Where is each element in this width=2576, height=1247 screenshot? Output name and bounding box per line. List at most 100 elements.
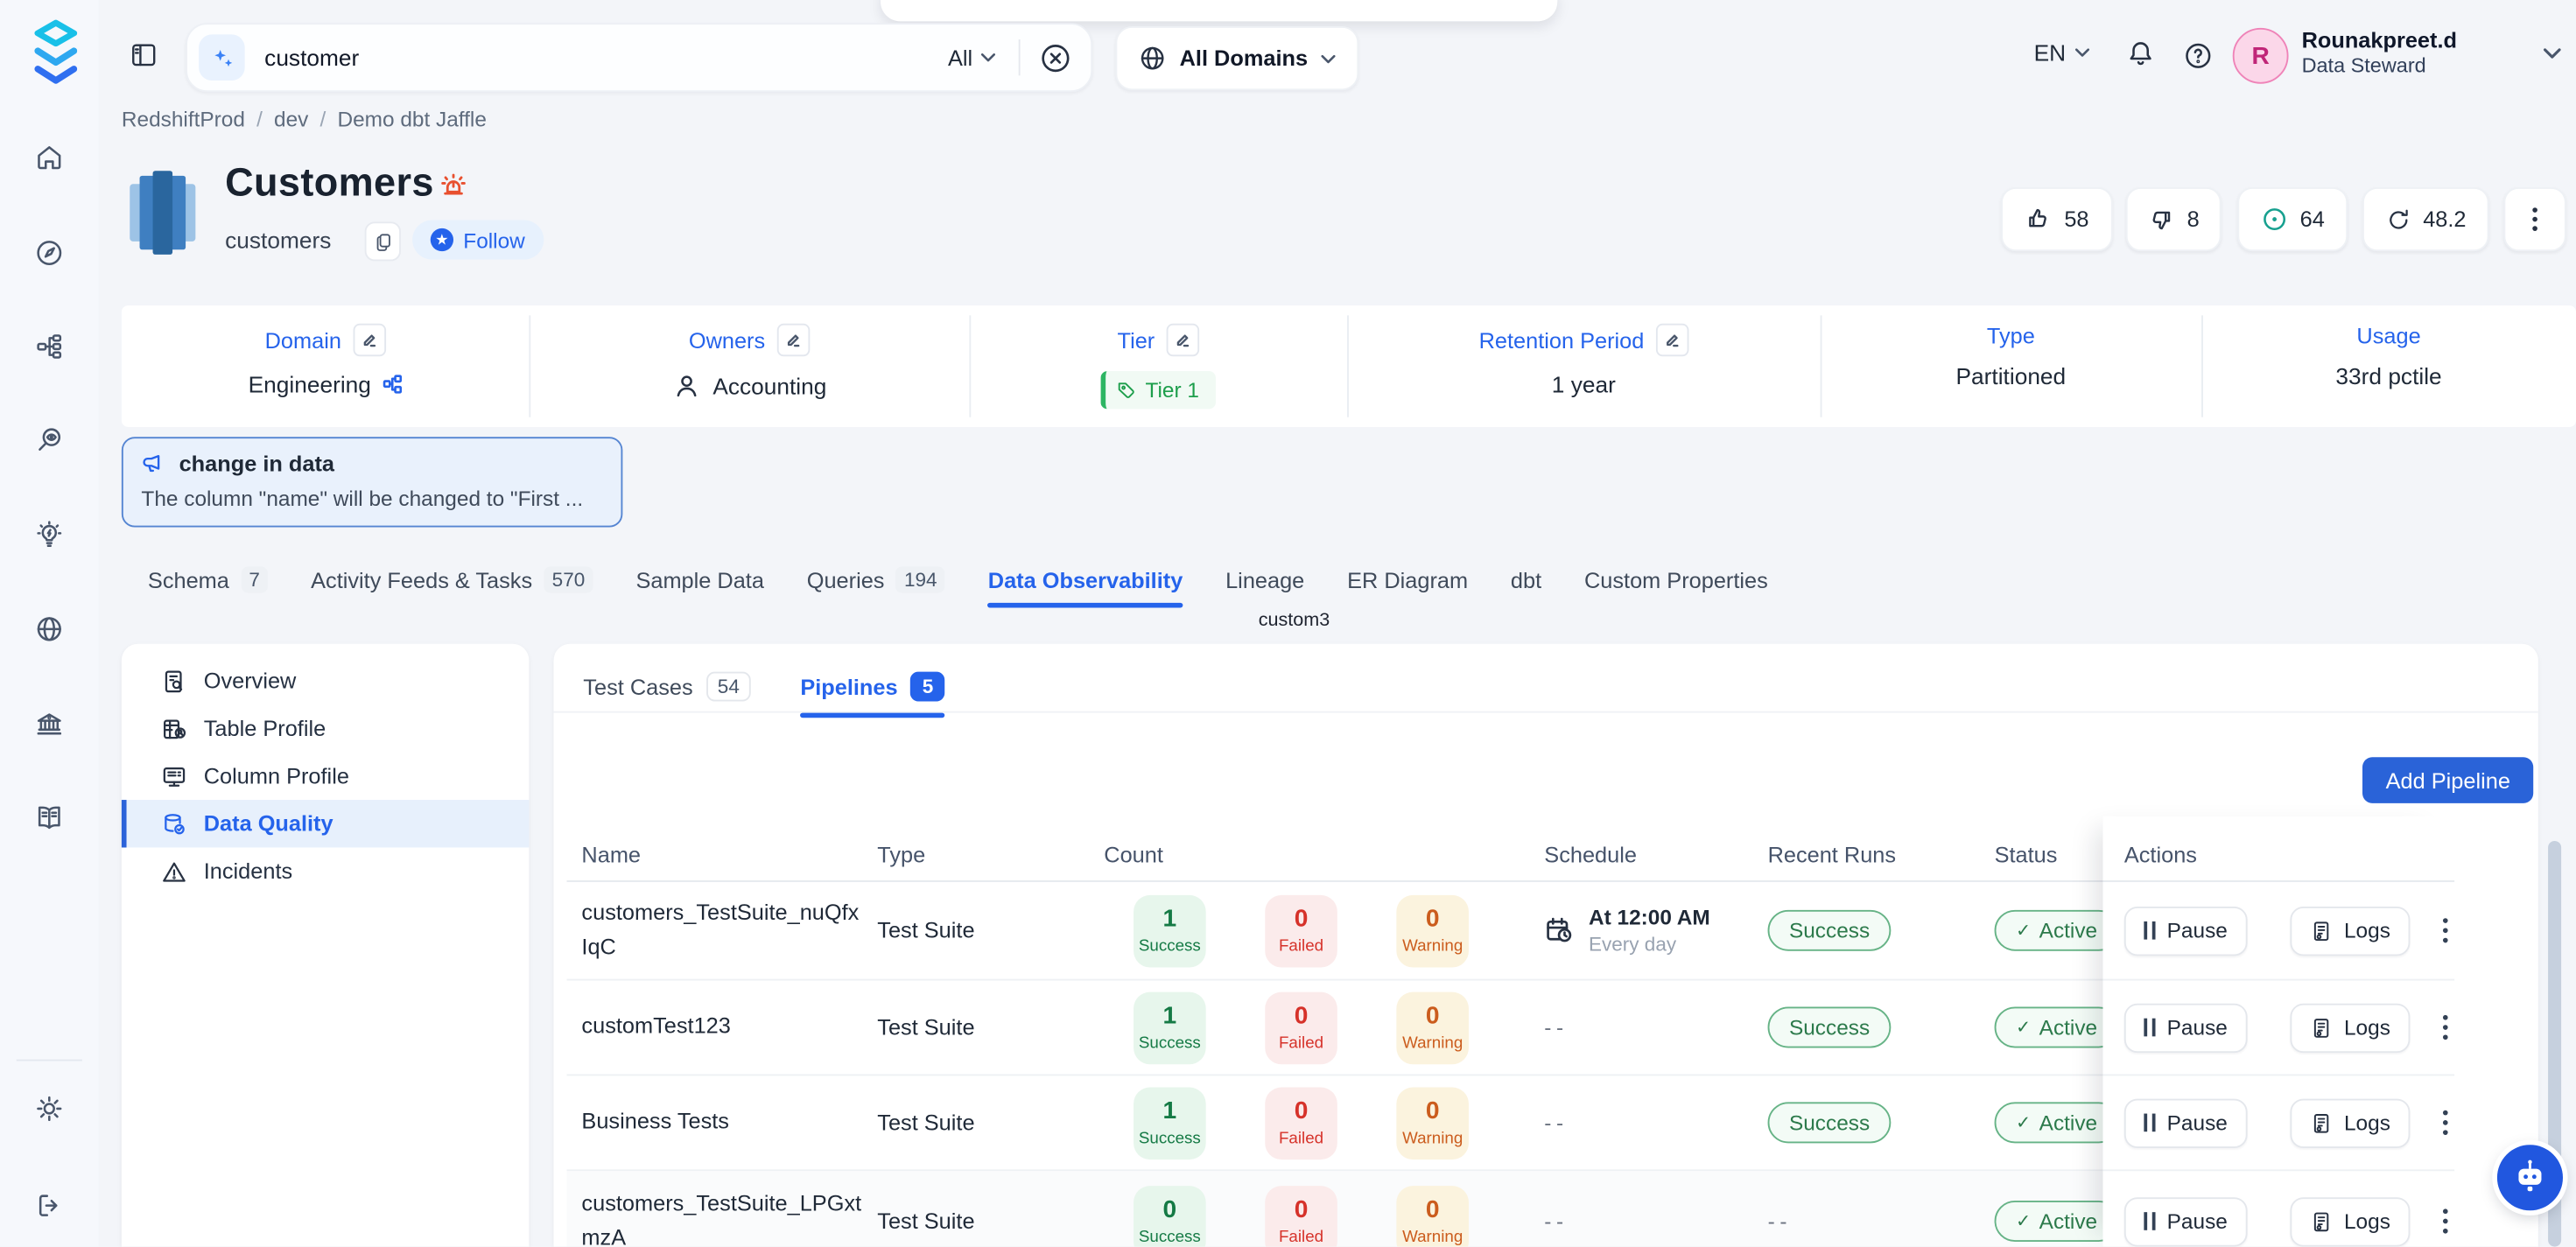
domain-filter-dropdown[interactable]: All Domains: [1115, 26, 1358, 90]
edit-icon[interactable]: [1166, 324, 1199, 357]
compass-icon[interactable]: [34, 238, 64, 268]
edit-icon[interactable]: [1656, 324, 1689, 357]
col-header-type: Type: [877, 843, 1134, 867]
insights-icon[interactable]: [34, 521, 64, 550]
logs-button[interactable]: Logs: [2290, 1003, 2410, 1052]
app-logo-icon[interactable]: [34, 18, 77, 91]
warning-count-chip: 0Warning: [1396, 991, 1469, 1064]
tab-data-observability[interactable]: Data Observability: [988, 567, 1183, 592]
status-badge: ✓Active: [1995, 910, 2119, 951]
nav-item-incidents[interactable]: Incidents: [122, 847, 529, 894]
meta-label: Type: [1987, 324, 2035, 348]
row-kebab-icon[interactable]: [2436, 1103, 2454, 1141]
pause-button[interactable]: Pause: [2124, 1196, 2248, 1245]
upvote-button[interactable]: 58: [2001, 187, 2113, 251]
announcement-card[interactable]: change in data The column "name" will be…: [122, 437, 622, 527]
home-icon[interactable]: [34, 143, 64, 172]
glossary-icon[interactable]: [34, 803, 64, 833]
meta-value[interactable]: Accounting: [712, 373, 826, 399]
downvote-button[interactable]: 8: [2126, 187, 2222, 251]
warning-count-chip: 0Warning: [1396, 894, 1469, 967]
search-input[interactable]: [261, 43, 948, 73]
pause-icon: [2144, 1212, 2155, 1230]
tab-label: Schema: [148, 567, 229, 592]
tab-dbt[interactable]: dbt: [1511, 567, 1541, 592]
search-scope-dropdown[interactable]: All: [948, 46, 995, 70]
user-menu-chevron-icon[interactable]: [2543, 47, 2561, 59]
nav-item-column-profile[interactable]: Column Profile: [122, 753, 529, 800]
tab-lineage[interactable]: Lineage: [1225, 567, 1304, 592]
copy-icon[interactable]: [365, 221, 401, 261]
settings-icon[interactable]: [34, 1094, 64, 1124]
tab-sample-data[interactable]: Sample Data: [635, 567, 763, 592]
col-header-name: Name: [581, 843, 877, 867]
freshness-value: 48.2: [2423, 207, 2466, 231]
col-header-actions: Actions: [2102, 816, 2454, 882]
views-button[interactable]: 64: [2237, 187, 2348, 251]
add-pipeline-button[interactable]: Add Pipeline: [2362, 757, 2533, 803]
pipeline-name[interactable]: customTest123: [581, 1011, 864, 1044]
pause-icon: [2144, 921, 2155, 940]
row-kebab-icon[interactable]: [2436, 1202, 2454, 1240]
logs-button[interactable]: Logs: [2290, 1098, 2410, 1147]
alert-siren-icon[interactable]: [437, 171, 470, 204]
sidebar-toggle-icon[interactable]: [130, 41, 158, 69]
nav-item-data-quality[interactable]: Data Quality: [122, 800, 529, 847]
freshness-button[interactable]: 48.2: [2362, 187, 2489, 251]
avatar[interactable]: R: [2233, 28, 2289, 84]
edit-icon[interactable]: [353, 324, 386, 357]
breadcrumb-item[interactable]: dev: [274, 107, 308, 131]
pipeline-name[interactable]: customers_TestSuite_nuQfxIqC: [581, 897, 864, 963]
recent-run-badge[interactable]: Success: [1768, 1007, 1892, 1048]
user-menu[interactable]: Rounakpreet.d Data Steward: [2302, 28, 2457, 80]
sitemap-icon[interactable]: [34, 332, 64, 361]
logs-button[interactable]: Logs: [2290, 1196, 2410, 1245]
tab-er-diagram[interactable]: ER Diagram: [1347, 567, 1468, 592]
breadcrumb-item[interactable]: RedshiftProd: [122, 107, 245, 131]
recent-run-badge[interactable]: Success: [1768, 910, 1892, 951]
pipeline-name[interactable]: Business Tests: [581, 1106, 864, 1139]
help-icon[interactable]: [2183, 41, 2213, 71]
meta-value[interactable]: Engineering: [249, 371, 371, 397]
breadcrumb-item[interactable]: Demo dbt Jaffle: [337, 107, 486, 131]
governance-icon[interactable]: [34, 710, 64, 739]
subtab-test-cases[interactable]: Test Cases54: [583, 672, 751, 702]
subtab-label: Pipelines: [800, 674, 897, 698]
notifications-bell-icon[interactable]: [2126, 39, 2156, 71]
observability-icon[interactable]: [34, 425, 64, 455]
logs-icon: [2310, 1016, 2333, 1039]
pause-button[interactable]: Pause: [2124, 1098, 2248, 1147]
logout-icon[interactable]: [34, 1191, 64, 1221]
check-icon: ✓: [2016, 1112, 2031, 1133]
warning-triangle-icon: [161, 858, 187, 885]
tab-label: Data Observability: [988, 567, 1183, 592]
global-search[interactable]: All: [186, 23, 1092, 92]
nav-item-label: Incidents: [204, 859, 292, 884]
logs-button[interactable]: Logs: [2290, 906, 2410, 955]
search-clear-icon[interactable]: [1040, 42, 1071, 74]
tab-custom-properties[interactable]: Custom Properties: [1584, 567, 1768, 592]
globe-icon[interactable]: [34, 614, 64, 644]
recent-run-badge[interactable]: Success: [1768, 1102, 1892, 1143]
follow-button[interactable]: ★ Follow: [412, 221, 543, 260]
pause-button[interactable]: Pause: [2124, 906, 2248, 955]
nav-item-table-profile[interactable]: Table Profile: [122, 704, 529, 752]
nav-item-overview[interactable]: Overview: [122, 657, 529, 704]
pause-button[interactable]: Pause: [2124, 1003, 2248, 1052]
language-dropdown[interactable]: EN: [2034, 39, 2091, 66]
chat-bot-button[interactable]: [2497, 1145, 2563, 1210]
pipeline-name[interactable]: customers_TestSuite_LPGxtmzA: [581, 1187, 864, 1246]
row-kebab-icon[interactable]: [2436, 912, 2454, 949]
more-actions-button[interactable]: [2503, 187, 2565, 251]
tab-label: Lineage: [1225, 567, 1304, 592]
edit-icon[interactable]: [776, 324, 810, 357]
row-kebab-icon[interactable]: [2436, 1008, 2454, 1046]
tier-badge[interactable]: Tier 1: [1101, 371, 1216, 409]
tab-label: Custom Properties: [1584, 567, 1768, 592]
tab-queries[interactable]: Queries194: [807, 567, 945, 593]
subtab-pipelines[interactable]: Pipelines5: [800, 672, 944, 702]
tab-schema[interactable]: Schema7: [148, 567, 268, 593]
tab-activity-feeds[interactable]: Activity Feeds & Tasks570: [311, 567, 593, 593]
kebab-icon: [2531, 207, 2538, 231]
nav-item-label: Data Quality: [204, 811, 333, 836]
